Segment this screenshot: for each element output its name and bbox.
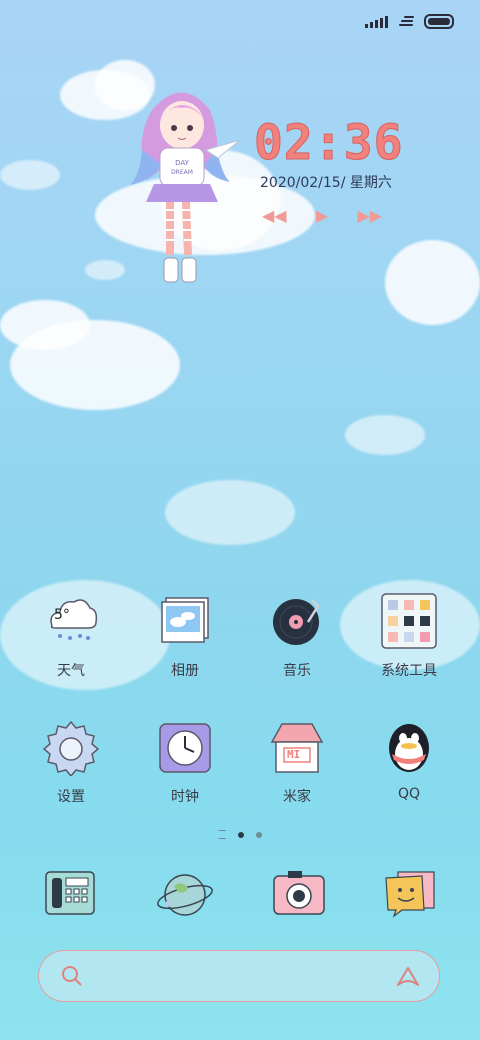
cloud-decoration (165, 480, 295, 545)
mijia-logo-text: MI (287, 748, 301, 761)
home-screen: DAY DREAM 02:36 2020/02/15/ 星期六 ◀◀ ▶ ▶▶ … (0, 0, 480, 1040)
next-icon[interactable]: ▶▶ (357, 206, 382, 225)
cloud-decoration (10, 320, 180, 410)
svg-text:DREAM: DREAM (171, 169, 193, 176)
mijia-icon: MI (268, 718, 326, 776)
app-gallery[interactable]: 相册 (130, 592, 240, 680)
app-label: 音乐 (283, 663, 311, 679)
app-qq[interactable]: QQ (354, 718, 464, 802)
clock-date: 2020/02/15/ 星期六 (260, 175, 392, 191)
previous-icon[interactable]: ◀◀ (262, 206, 287, 225)
signal-icon (365, 14, 388, 28)
app-label: 设置 (57, 789, 85, 805)
gallery-icon (156, 592, 214, 650)
assistant-icon[interactable] (395, 965, 421, 987)
messages-icon[interactable] (382, 866, 440, 924)
settings-icon (42, 718, 100, 778)
svg-text:DAY: DAY (175, 159, 190, 167)
app-label: 米家 (283, 789, 311, 805)
system-tools-folder-icon (380, 592, 438, 650)
app-label: 时钟 (171, 789, 199, 805)
anime-girl-illustration: DAY DREAM (130, 92, 241, 283)
search-bar[interactable] (38, 950, 440, 1002)
app-clock[interactable]: 时钟 (130, 718, 240, 806)
app-label: QQ (397, 786, 421, 802)
app-label: 系统工具 (381, 663, 437, 679)
music-icon (268, 592, 326, 650)
search-icon[interactable] (61, 965, 83, 987)
weather-icon: 5° (42, 592, 100, 650)
cloud-decoration (385, 240, 480, 325)
page-list-icon[interactable] (218, 830, 226, 839)
cloud-decoration (345, 415, 425, 455)
camera-icon[interactable] (270, 866, 328, 924)
weather-temperature: 5° (54, 607, 70, 623)
app-weather[interactable]: 5° 天气 (16, 592, 126, 680)
clock-time[interactable]: 02:36 (254, 115, 404, 172)
play-icon[interactable]: ▶ (316, 206, 328, 225)
page-dot-active[interactable] (237, 831, 244, 838)
app-label: 天气 (57, 663, 85, 679)
battery-icon (424, 13, 454, 29)
app-system-tools-folder[interactable]: 系统工具 (354, 592, 464, 680)
browser-planet-icon[interactable] (156, 866, 214, 924)
status-bar (365, 10, 454, 32)
app-settings[interactable]: 设置 (16, 718, 126, 806)
clock-icon (156, 718, 214, 776)
cloud-decoration (0, 160, 60, 190)
qq-icon (380, 718, 438, 776)
app-label: 相册 (171, 663, 199, 679)
page-indicator[interactable] (0, 830, 480, 839)
page-dot[interactable] (255, 831, 262, 838)
app-music[interactable]: 音乐 (242, 592, 352, 680)
phone-icon[interactable] (42, 866, 100, 924)
cloud-decoration (85, 260, 125, 280)
media-controls: ◀◀ ▶ ▶▶ (262, 206, 382, 225)
app-mijia[interactable]: MI 米家 (242, 718, 352, 806)
wifi-icon (398, 15, 414, 27)
